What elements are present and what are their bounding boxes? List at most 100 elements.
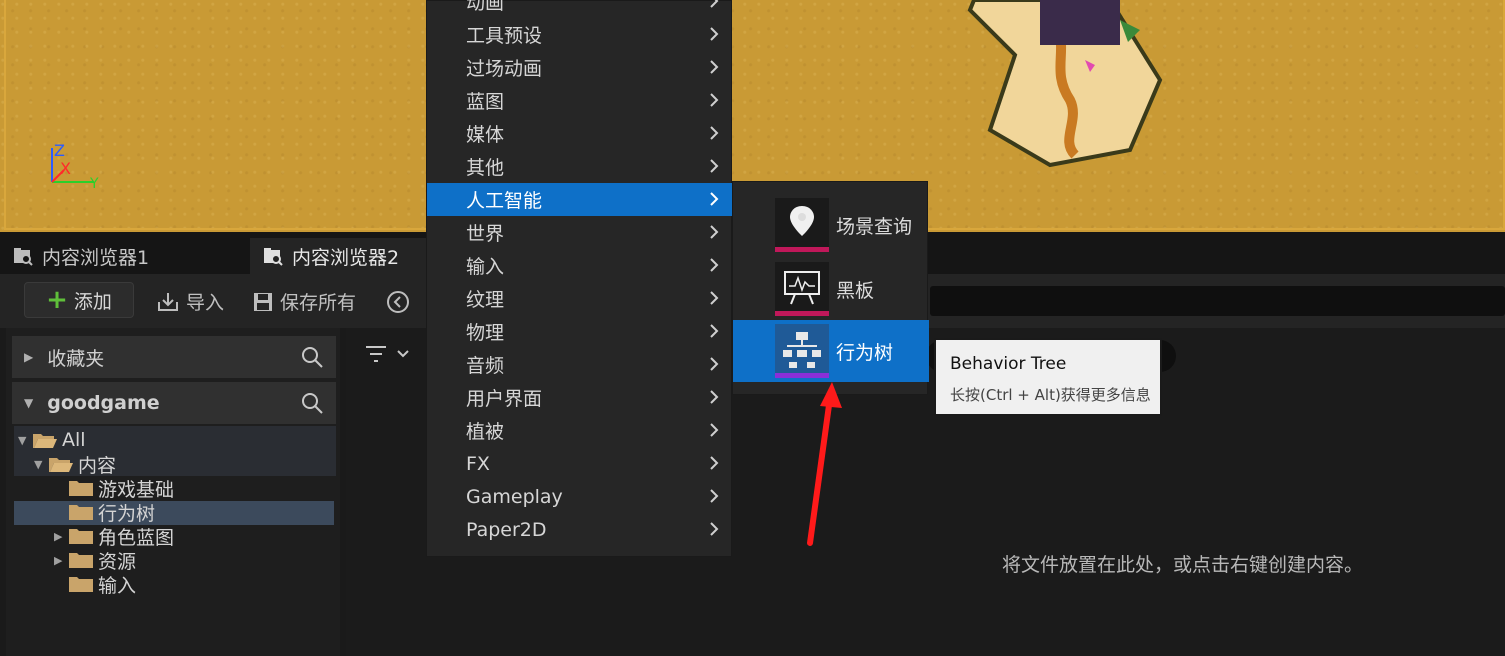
menu-item-label: 植被	[466, 421, 505, 443]
chevron-right-icon	[710, 93, 719, 107]
add-button[interactable]: + 添加	[24, 282, 134, 318]
collapsed-arrow-icon[interactable]: ▶	[54, 530, 68, 543]
save-all-label: 保存所有	[280, 292, 357, 314]
path-bar[interactable]	[930, 286, 1505, 316]
chevron-right-icon	[710, 456, 719, 470]
chevron-right-icon	[710, 192, 719, 206]
env-query-icon	[775, 198, 829, 252]
menu-item-label: 物理	[466, 322, 505, 344]
menu-item[interactable]: 人工智能	[427, 183, 733, 216]
svg-text:Y: Y	[89, 176, 99, 192]
back-icon[interactable]	[386, 290, 410, 314]
search-icon[interactable]	[300, 391, 324, 415]
menu-item[interactable]: 工具预设	[427, 18, 733, 51]
menu-item[interactable]: 过场动画	[427, 51, 733, 84]
menu-item-label: 场景查询	[836, 215, 913, 238]
menu-item-label: Paper2D	[466, 518, 547, 541]
chevron-right-icon	[710, 324, 719, 338]
menu-item[interactable]: 音频	[427, 348, 733, 381]
chevron-right-icon	[710, 522, 719, 536]
menu-item[interactable]: 蓝图	[427, 84, 733, 117]
tooltip-hint: 长按(Ctrl + Alt)获得更多信息	[950, 386, 1151, 404]
menu-item-label: 音频	[466, 355, 505, 377]
menu-item-behavior-tree[interactable]: 行为树	[733, 320, 929, 382]
expanded-arrow-icon: ▼	[34, 457, 43, 471]
ai-submenu: 场景查询 黑板 行为树	[732, 181, 929, 395]
chevron-right-icon	[710, 390, 719, 404]
folder-icon	[69, 577, 93, 592]
chevron-right-icon	[710, 258, 719, 272]
tree-node-all[interactable]: ▼ All	[18, 428, 86, 452]
menu-item[interactable]: Gameplay	[427, 480, 733, 513]
project-header[interactable]: ▼ goodgame	[12, 382, 336, 424]
menu-item[interactable]: FX	[427, 447, 733, 480]
tab-label: 内容浏览器2	[292, 246, 400, 269]
tree-node-character-bp[interactable]: ▶ 角色蓝图	[54, 524, 175, 549]
menu-item-label: 动画	[466, 0, 505, 14]
menu-item-label: 工具预设	[466, 25, 543, 47]
menu-item[interactable]: 世界	[427, 216, 733, 249]
menu-item-label: 媒体	[466, 124, 505, 146]
tree-node-game-base[interactable]: 游戏基础	[54, 476, 174, 501]
add-button-label: 添加	[73, 290, 112, 313]
tree-node-content[interactable]: ▼ 内容	[34, 452, 116, 477]
tree-label: 角色蓝图	[98, 526, 175, 549]
island-mesh	[967, 0, 1163, 168]
chevron-right-icon	[710, 357, 719, 371]
chevron-right-icon	[710, 291, 719, 305]
import-button[interactable]: 导入	[156, 288, 224, 315]
favorites-header[interactable]: ▶ 收藏夹	[12, 336, 336, 378]
menu-item-env-query[interactable]: 场景查询	[733, 194, 929, 256]
collapsed-arrow-icon[interactable]: ▶	[54, 554, 68, 567]
tab-label: 内容浏览器1	[42, 246, 150, 269]
menu-item-label: 过场动画	[466, 58, 543, 80]
menu-item[interactable]: 物理	[427, 315, 733, 348]
axis-gizmo: Z X Y	[51, 141, 99, 192]
tree-label: 行为树	[98, 502, 156, 525]
tree-label: All	[62, 429, 86, 451]
menu-item[interactable]: 其他	[427, 150, 733, 183]
behavior-tree-tooltip: Behavior Tree 长按(Ctrl + Alt)获得更多信息	[934, 338, 1162, 416]
filter-button[interactable]	[364, 344, 410, 364]
menu-item-label: 纹理	[466, 289, 505, 311]
search-icon[interactable]	[300, 345, 324, 369]
tab-content-browser-1[interactable]: 内容浏览器1	[0, 238, 248, 274]
tree-node-input[interactable]: 输入	[54, 572, 136, 597]
chevron-down-icon	[397, 350, 409, 358]
menu-item-label: 人工智能	[466, 190, 543, 212]
tab-content-browser-2[interactable]: 内容浏览器2	[250, 238, 426, 274]
menu-item-label: FX	[466, 452, 490, 475]
annotation-arrow-icon	[807, 382, 842, 546]
tree-node-resources[interactable]: ▶ 资源	[54, 548, 136, 573]
menu-item-label: 黑板	[836, 279, 875, 302]
menu-item[interactable]: 植被	[427, 414, 733, 447]
menu-item[interactable]: 纹理	[427, 282, 733, 315]
menu-item-label: 行为树	[836, 341, 894, 364]
chevron-right-icon	[710, 126, 719, 140]
menu-item-label: 世界	[466, 223, 505, 245]
menu-item[interactable]: 输入	[427, 249, 733, 282]
favorites-label: 收藏夹	[47, 347, 105, 370]
filter-icon	[366, 346, 386, 362]
menu-item[interactable]: 媒体	[427, 117, 733, 150]
menu-item[interactable]: 用户界面	[427, 381, 733, 414]
import-label: 导入	[186, 292, 225, 314]
folder-icon	[69, 553, 93, 568]
behavior-tree-icon	[775, 324, 829, 378]
sources-panel: ▶ 收藏夹 ▼ goodgame ▼ All ▼ 内容 游戏基础 行为树 ▶ 角…	[6, 328, 340, 656]
menu-item-blackboard[interactable]: 黑板	[733, 258, 929, 320]
content-browser-icon	[14, 248, 33, 266]
project-label: goodgame	[47, 392, 160, 414]
collapsed-arrow-icon: ▶	[24, 350, 34, 364]
blackboard-icon	[775, 262, 829, 316]
chevron-right-icon	[710, 159, 719, 173]
open-folder-icon	[33, 434, 57, 448]
folder-icon	[69, 505, 93, 520]
save-all-button[interactable]: 保存所有	[252, 288, 356, 315]
menu-item[interactable]: 动画	[427, 0, 733, 18]
tree-node-behavior-tree[interactable]: 行为树	[54, 500, 156, 525]
menu-item-label: Gameplay	[466, 485, 563, 508]
menu-item[interactable]: Paper2D	[427, 513, 733, 546]
chevron-right-icon	[710, 489, 719, 503]
chevron-right-icon	[710, 423, 719, 437]
